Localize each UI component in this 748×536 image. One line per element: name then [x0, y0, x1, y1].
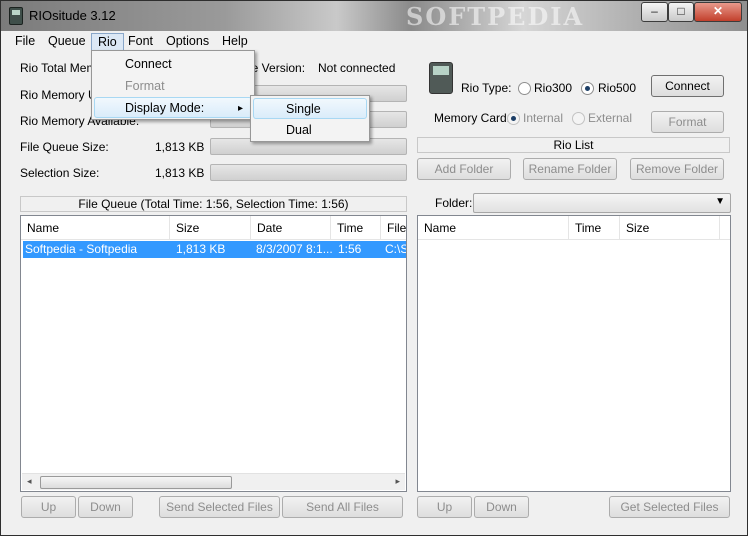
selection-size-bar: [210, 164, 407, 181]
format-button[interactable]: Format: [651, 111, 724, 133]
display-mode-submenu: Single Dual: [250, 95, 370, 142]
file-queue-size-value: 1,813 KB: [155, 140, 205, 154]
file-queue-header: Name Size Date Time File: [21, 216, 406, 240]
menu-queue[interactable]: Queue: [42, 33, 92, 51]
rio-down-button[interactable]: Down: [474, 496, 529, 518]
menu-item-display-mode[interactable]: Display Mode: ▸: [94, 97, 252, 118]
submenu-arrow-icon: ▸: [237, 103, 243, 114]
column-date[interactable]: Date: [251, 216, 331, 240]
rio-device-icon: [429, 62, 453, 94]
internal-label[interactable]: Internal: [523, 111, 563, 125]
connect-button[interactable]: Connect: [651, 75, 724, 97]
app-icon: [9, 7, 23, 25]
row-file: C:\S: [385, 242, 406, 256]
external-radio[interactable]: [572, 112, 585, 125]
row-size: 1,813 KB: [176, 242, 226, 256]
menu-file[interactable]: File: [9, 33, 41, 51]
close-button[interactable]: ✕: [694, 2, 742, 22]
column-time[interactable]: Time: [331, 216, 381, 240]
menu-item-format[interactable]: Format: [94, 76, 252, 97]
rio-type-label: Rio Type:: [461, 81, 512, 95]
menu-rio[interactable]: Rio: [91, 33, 124, 51]
row-date: 8/3/2007 8:1...: [256, 242, 332, 256]
file-queue-list[interactable]: Name Size Date Time File Softpedia - Sof…: [20, 215, 407, 492]
column-file[interactable]: File: [381, 216, 406, 240]
queue-up-button[interactable]: Up: [21, 496, 76, 518]
minimize-button[interactable]: –: [641, 2, 668, 22]
scroll-right-icon[interactable]: ▸: [395, 476, 400, 487]
row-name: Softpedia - Softpedia: [25, 242, 138, 256]
maximize-button[interactable]: □: [668, 2, 694, 22]
queue-down-button[interactable]: Down: [78, 496, 133, 518]
rename-folder-button[interactable]: Rename Folder: [523, 158, 617, 180]
menu-item-display-mode-label: Display Mode:: [125, 101, 205, 115]
rio-list-header: Name Time Size: [418, 216, 730, 240]
send-selected-files-button[interactable]: Send Selected Files: [159, 496, 280, 518]
table-row[interactable]: Softpedia - Softpedia 1,813 KB 8/3/2007 …: [23, 241, 406, 258]
menu-item-connect[interactable]: Connect: [94, 54, 252, 75]
menu-item-dual[interactable]: Dual: [253, 120, 367, 141]
rio300-label[interactable]: Rio300: [534, 81, 572, 95]
selection-size-value: 1,813 KB: [155, 166, 205, 180]
title-bar[interactable]: RIOsitude 3.12 SOFTPEDIA – □ ✕: [1, 1, 747, 31]
selection-size-label: Selection Size:: [20, 166, 100, 180]
scroll-left-icon[interactable]: ◂: [27, 476, 32, 487]
rio-up-button[interactable]: Up: [417, 496, 472, 518]
column-size[interactable]: Size: [170, 216, 251, 240]
rio-menu-dropdown: Connect Format Display Mode: ▸: [91, 50, 255, 120]
watermark: SOFTPEDIA: [406, 2, 585, 31]
chevron-down-icon: ▼: [715, 196, 725, 207]
rio-total-memory-label: Rio Total Mem: [20, 61, 97, 75]
column-name[interactable]: Name: [21, 216, 170, 240]
file-queue-size-label: File Queue Size:: [20, 140, 109, 154]
horizontal-scrollbar[interactable]: ◂ ▸: [22, 473, 405, 490]
folder-select[interactable]: ▼: [473, 193, 731, 213]
add-folder-button[interactable]: Add Folder: [417, 158, 511, 180]
app-window: RIOsitude 3.12 SOFTPEDIA – □ ✕ File Queu…: [0, 0, 748, 536]
rio500-label[interactable]: Rio500: [598, 81, 636, 95]
remove-folder-button[interactable]: Remove Folder: [630, 158, 724, 180]
get-selected-files-button[interactable]: Get Selected Files: [609, 496, 730, 518]
rio-file-list[interactable]: Name Time Size: [417, 215, 731, 492]
firmware-version-value: Not connected: [318, 61, 396, 75]
scrollbar-thumb[interactable]: [40, 476, 232, 489]
folder-label: Folder:: [435, 196, 473, 210]
menu-help[interactable]: Help: [216, 33, 254, 51]
menu-item-single[interactable]: Single: [253, 98, 367, 119]
rio300-radio[interactable]: [518, 82, 531, 95]
window-title: RIOsitude 3.12: [29, 8, 116, 23]
menu-bar: File Queue Rio Font Options Help: [1, 31, 747, 51]
external-label[interactable]: External: [588, 111, 632, 125]
rio500-radio[interactable]: [581, 82, 594, 95]
row-time: 1:56: [338, 242, 362, 256]
internal-radio[interactable]: [507, 112, 520, 125]
menu-font[interactable]: Font: [122, 33, 159, 51]
rio-list-title: Rio List: [417, 137, 730, 153]
send-all-files-button[interactable]: Send All Files: [282, 496, 403, 518]
file-queue-title: File Queue (Total Time: 1:56, Selection …: [20, 196, 407, 212]
memory-card-label: Memory Card:: [434, 111, 511, 125]
menu-options[interactable]: Options: [160, 33, 215, 51]
column-name[interactable]: Name: [418, 216, 569, 240]
column-size[interactable]: Size: [620, 216, 720, 240]
column-time[interactable]: Time: [569, 216, 620, 240]
